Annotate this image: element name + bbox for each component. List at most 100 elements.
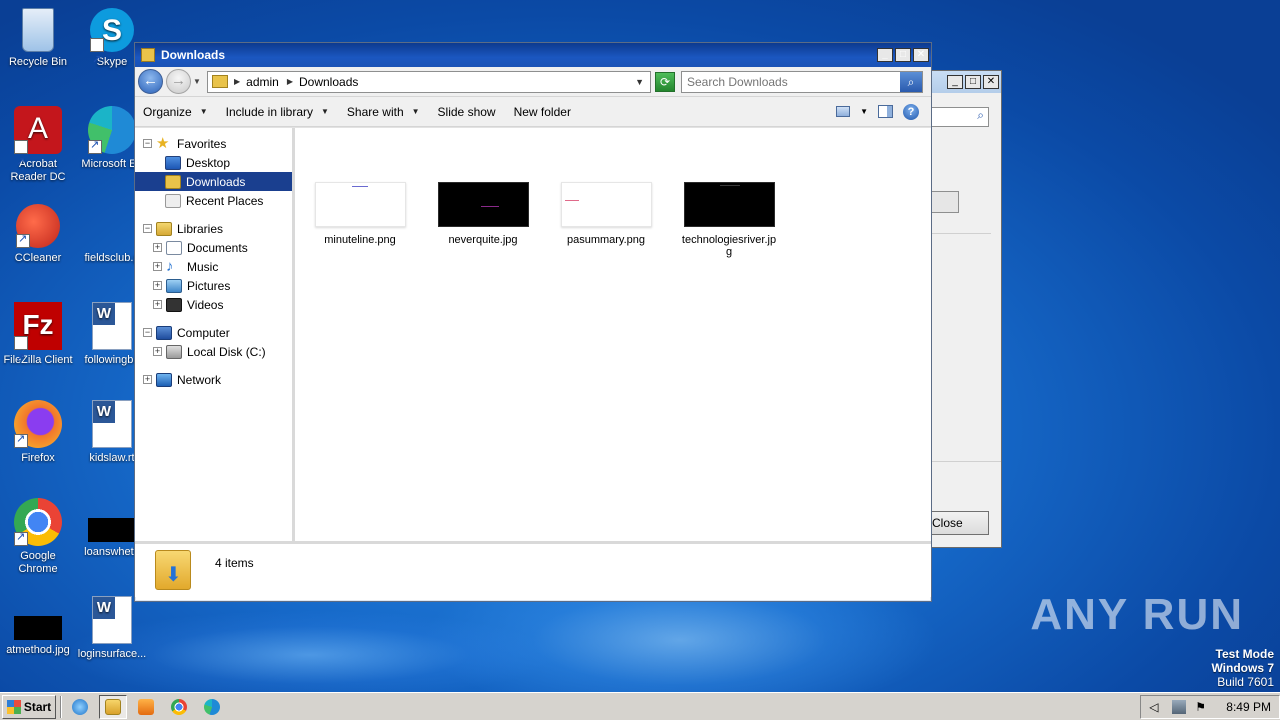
taskbar-edge[interactable] (198, 695, 226, 719)
volume-icon[interactable]: ◁ (1149, 700, 1163, 714)
nav-item-network[interactable]: + Network (135, 370, 292, 389)
desktop-icon-ccleaner[interactable]: CCleaner (0, 204, 76, 265)
close-button[interactable]: Close (927, 511, 989, 535)
file-list[interactable]: minuteline.png neverquite.jpg pasummary.… (295, 128, 931, 541)
libraries-icon (156, 221, 172, 236)
back-arrow-icon[interactable]: ← (138, 69, 163, 94)
minimize-icon[interactable]: _ (947, 75, 963, 89)
explorer-titlebar[interactable]: Downloads _ □ ✕ (135, 43, 931, 67)
taskbar-explorer[interactable] (99, 694, 127, 719)
help-icon[interactable]: ? (903, 103, 919, 120)
collapse-icon[interactable]: − (143, 139, 152, 148)
internet-explorer-icon (72, 698, 88, 715)
image-thumbnail (560, 182, 652, 227)
background-search-box[interactable]: ⌕ (931, 107, 989, 127)
nav-item-documents[interactable]: + Documents (135, 238, 292, 257)
shortcut-arrow-icon (14, 531, 28, 546)
taskbar-internet-explorer[interactable] (66, 695, 94, 719)
nav-item-music[interactable]: + ♪ Music (135, 257, 292, 276)
command-bar: Organize ▼ Include in library ▼ Share with… (135, 97, 931, 127)
recent-pages-dropdown-icon[interactable]: ▼ (193, 77, 203, 86)
start-button[interactable]: Start (2, 694, 56, 719)
include-in-library-button[interactable]: Include in library ▼ (226, 105, 329, 119)
breadcrumb-admin[interactable]: admin (246, 75, 279, 89)
address-dropdown-icon[interactable]: ▼ (635, 77, 644, 87)
shortcut-arrow-icon (14, 335, 28, 381)
desktop-icon-recycle-bin[interactable]: Recycle Bin (0, 8, 76, 69)
recent-places-icon (165, 193, 181, 208)
explorer-window[interactable]: Downloads _ □ ✕ ← → ▼ ▶ admin ▶ Download… (134, 42, 932, 602)
background-button[interactable] (931, 191, 959, 213)
nav-item-local-disk[interactable]: + Local Disk (C:) (135, 342, 292, 361)
nav-item-libraries[interactable]: − Libraries (135, 219, 292, 238)
taskbar-media-player[interactable] (132, 695, 160, 719)
action-center-flag-icon[interactable]: ⚑ (1195, 700, 1209, 714)
nav-item-desktop[interactable]: Desktop (135, 153, 292, 172)
breadcrumb-downloads[interactable]: Downloads (299, 75, 358, 89)
network-icon[interactable] (1172, 699, 1187, 714)
expand-icon[interactable]: + (153, 262, 162, 271)
collapse-icon[interactable]: − (143, 328, 152, 337)
desktop-icon-loginsurface[interactable]: W loginsurface... (74, 596, 150, 661)
file-item-technologiesriver[interactable]: technologiesriver.jpg (679, 182, 779, 258)
view-options-dropdown-icon[interactable]: ▼ (860, 107, 868, 116)
breadcrumb-chevron-icon[interactable]: ▶ (234, 77, 240, 86)
desktop-icon-chrome[interactable]: Google Chrome (0, 498, 76, 576)
preview-pane-icon[interactable] (878, 105, 893, 118)
file-name: neverquite.jpg (448, 234, 518, 246)
minimize-icon[interactable]: _ (877, 48, 893, 62)
new-folder-button[interactable]: New folder (514, 105, 571, 119)
nav-item-recent-places[interactable]: Recent Places (135, 191, 292, 210)
nav-item-favorites[interactable]: − ★ Favorites (135, 134, 292, 153)
background-window[interactable]: _ □ ✕ ⌕ Close (920, 70, 1002, 548)
expand-icon[interactable]: + (153, 281, 162, 290)
maximize-icon[interactable]: □ (965, 75, 981, 89)
hard-drive-icon (166, 344, 182, 359)
desktop-icon-firefox[interactable]: Firefox (0, 400, 76, 465)
search-icon[interactable]: ⌕ (900, 71, 922, 92)
expand-icon[interactable]: + (153, 243, 162, 252)
share-with-button[interactable]: Share with ▼ (347, 105, 420, 119)
file-item-pasummary[interactable]: pasummary.png (556, 182, 656, 246)
nav-item-pictures[interactable]: + Pictures (135, 276, 292, 295)
documents-icon (166, 240, 182, 255)
anyrun-watermark: ANY RUN (1030, 590, 1244, 639)
breadcrumb-chevron-icon[interactable]: ▶ (287, 77, 293, 86)
search-input[interactable] (682, 71, 900, 92)
close-icon[interactable]: ✕ (983, 75, 999, 89)
expand-icon[interactable]: + (153, 300, 162, 309)
collapse-icon[interactable]: − (143, 224, 152, 233)
background-window-titlebar[interactable]: _ □ ✕ (921, 71, 1001, 93)
chrome-icon (171, 698, 187, 715)
close-icon[interactable]: ✕ (913, 48, 929, 62)
forward-arrow-icon[interactable]: → (166, 69, 191, 94)
filezilla-icon: Fz (14, 302, 62, 381)
slide-show-button[interactable]: Slide show (438, 105, 496, 119)
desktop-icon-acrobat[interactable]: A Acrobat Reader DC (0, 106, 76, 185)
nav-item-downloads[interactable]: Downloads (135, 172, 292, 191)
chevron-down-icon: ▼ (199, 107, 208, 116)
taskbar-chrome[interactable] (165, 695, 193, 719)
nav-item-videos[interactable]: + Videos (135, 295, 292, 314)
maximize-icon[interactable]: □ (895, 48, 911, 62)
address-row: ← → ▼ ▶ admin ▶ Downloads ▼ ⟳ ⌕ (135, 67, 931, 97)
shortcut-arrow-icon (14, 139, 28, 185)
search-box[interactable]: ⌕ (681, 70, 923, 93)
refresh-icon[interactable]: ⟳ (655, 71, 675, 92)
expand-icon[interactable]: + (153, 347, 162, 356)
desktop-icon-atmethod[interactable]: atmethod.jpg (0, 604, 76, 657)
file-item-minuteline[interactable]: minuteline.png (310, 182, 410, 246)
nav-label: Videos (187, 297, 224, 312)
nav-label: Network (177, 372, 222, 387)
clock[interactable]: 8:49 PM (1226, 700, 1271, 714)
nav-item-computer[interactable]: − Computer (135, 323, 292, 342)
address-bar[interactable]: ▶ admin ▶ Downloads ▼ (207, 70, 651, 93)
change-view-icon[interactable] (836, 106, 851, 117)
organize-button[interactable]: Organize ▼ (143, 105, 208, 119)
desktop-icon-label: Recycle Bin (8, 56, 68, 68)
expand-icon[interactable]: + (143, 375, 152, 384)
desktop-icon-filezilla[interactable]: Fz FileZilla Client (0, 302, 76, 381)
thumbnail-mark (719, 185, 740, 186)
file-item-neverquite[interactable]: neverquite.jpg (433, 182, 533, 246)
include-in-library-label: Include in library (225, 104, 313, 119)
